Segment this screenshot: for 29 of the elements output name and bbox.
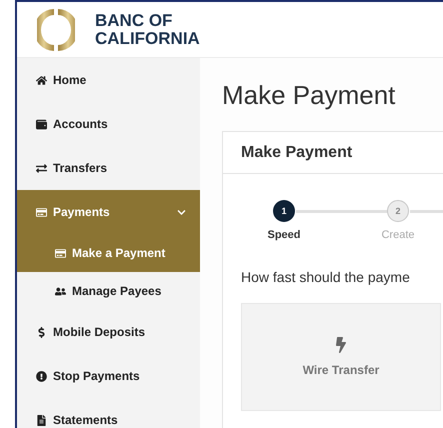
brand-name: BANC OF CALIFORNIA bbox=[95, 12, 201, 48]
step-circle: 2 bbox=[387, 200, 409, 222]
bolt-icon bbox=[333, 337, 349, 353]
sidebar-item[interactable]: Mobile Deposits bbox=[17, 310, 200, 354]
sidebar-item[interactable]: Statements bbox=[17, 398, 200, 428]
step-label: Speed bbox=[267, 229, 300, 241]
question-text: How fast should the payme bbox=[241, 269, 411, 285]
page-title: Make Payment bbox=[222, 80, 396, 111]
sidebar-item[interactable]: Accounts bbox=[17, 102, 200, 146]
wallet-icon bbox=[36, 118, 47, 130]
sidebar-item[interactable]: Payments bbox=[17, 190, 200, 234]
ring-logo-icon bbox=[37, 8, 75, 52]
step-circle: 1 bbox=[273, 200, 295, 222]
dollar-icon bbox=[36, 326, 47, 338]
step-label: Create bbox=[381, 229, 415, 241]
sidebar-item[interactable]: Home bbox=[17, 58, 200, 102]
sidebar-item[interactable]: Transfers bbox=[17, 146, 200, 190]
sidebar-subitem[interactable]: Make a Payment bbox=[17, 234, 200, 272]
card-icon bbox=[55, 248, 66, 258]
sidebar-subitem[interactable]: Manage Payees bbox=[17, 272, 200, 310]
card-icon bbox=[36, 206, 47, 218]
sidebar-item[interactable]: Stop Payments bbox=[17, 354, 200, 398]
alert-icon bbox=[36, 370, 47, 382]
card-title: Make Payment bbox=[223, 132, 443, 174]
document-icon bbox=[36, 414, 47, 426]
arrows-icon bbox=[36, 162, 47, 174]
users-icon bbox=[55, 286, 66, 296]
option-tile[interactable]: Wire Transfer bbox=[241, 303, 441, 411]
home-icon bbox=[36, 74, 47, 86]
